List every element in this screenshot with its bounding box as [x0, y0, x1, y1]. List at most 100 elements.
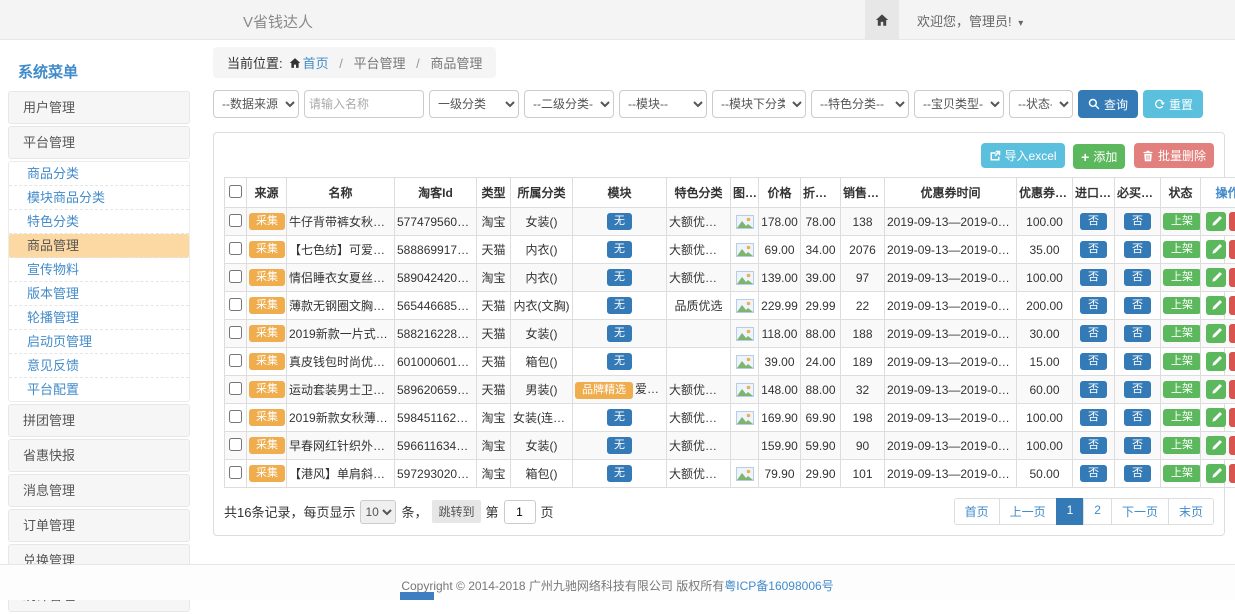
filter-select[interactable]: --宝贝类型--: [914, 90, 1004, 118]
edit-button[interactable]: [1206, 268, 1226, 287]
import-select-toggle[interactable]: 否: [1080, 437, 1107, 454]
status-button[interactable]: 上架: [1163, 325, 1201, 342]
sidebar-group[interactable]: 拼团管理: [8, 404, 190, 437]
delete-button[interactable]: [1229, 324, 1235, 343]
import-select-toggle[interactable]: 否: [1080, 297, 1107, 314]
status-button[interactable]: 上架: [1163, 381, 1201, 398]
page-button[interactable]: 首页: [954, 498, 1000, 525]
delete-button[interactable]: [1229, 296, 1235, 315]
must-buy-toggle[interactable]: 否: [1124, 241, 1151, 258]
must-buy-toggle[interactable]: 否: [1124, 409, 1151, 426]
row-checkbox[interactable]: [229, 382, 242, 395]
delete-button[interactable]: [1229, 352, 1235, 371]
edit-button[interactable]: [1206, 296, 1226, 315]
filter-select[interactable]: --模块--: [619, 90, 707, 118]
filter-select[interactable]: --状态--: [1009, 90, 1073, 118]
select-all-checkbox[interactable]: [229, 185, 242, 198]
status-button[interactable]: 上架: [1163, 241, 1201, 258]
row-checkbox[interactable]: [229, 410, 242, 423]
filter-select[interactable]: --数据来源--: [213, 90, 299, 118]
import-select-toggle[interactable]: 否: [1080, 269, 1107, 286]
row-checkbox[interactable]: [229, 326, 242, 339]
filter-select[interactable]: --特色分类--: [811, 90, 909, 118]
delete-button[interactable]: [1229, 212, 1235, 231]
status-button[interactable]: 上架: [1163, 409, 1201, 426]
edit-button[interactable]: [1206, 436, 1226, 455]
must-buy-toggle[interactable]: 否: [1124, 269, 1151, 286]
name-search-input[interactable]: [304, 90, 424, 118]
sidebar-item[interactable]: 商品管理: [9, 234, 189, 258]
page-button[interactable]: 2: [1083, 498, 1112, 525]
row-checkbox[interactable]: [229, 242, 242, 255]
must-buy-toggle[interactable]: 否: [1124, 381, 1151, 398]
import-select-toggle[interactable]: 否: [1080, 409, 1107, 426]
edit-button[interactable]: [1206, 464, 1226, 483]
delete-button[interactable]: [1229, 268, 1235, 287]
sidebar-group[interactable]: 消息管理: [8, 474, 190, 507]
must-buy-toggle[interactable]: 否: [1124, 325, 1151, 342]
filter-select[interactable]: 一级分类: [429, 90, 519, 118]
page-button[interactable]: 下一页: [1111, 498, 1169, 525]
edit-button[interactable]: [1206, 240, 1226, 259]
must-buy-toggle[interactable]: 否: [1124, 353, 1151, 370]
batch-delete-button[interactable]: 批量删除: [1134, 143, 1214, 168]
status-button[interactable]: 上架: [1163, 437, 1201, 454]
jump-button[interactable]: 跳转到: [432, 500, 480, 523]
row-checkbox[interactable]: [229, 438, 242, 451]
edit-button[interactable]: [1206, 352, 1226, 371]
delete-button[interactable]: [1229, 380, 1235, 399]
user-menu[interactable]: 欢迎您，管理员! ▾: [917, 11, 1023, 30]
page-button[interactable]: 末页: [1168, 498, 1214, 525]
import-select-toggle[interactable]: 否: [1080, 213, 1107, 230]
sidebar-group[interactable]: 订单管理: [8, 509, 190, 542]
edit-button[interactable]: [1206, 324, 1226, 343]
edit-button[interactable]: [1206, 408, 1226, 427]
edit-button[interactable]: [1206, 380, 1226, 399]
row-checkbox[interactable]: [229, 270, 242, 283]
sidebar-group[interactable]: 平台管理: [8, 126, 190, 159]
status-button[interactable]: 上架: [1163, 353, 1201, 370]
row-checkbox[interactable]: [229, 466, 242, 479]
sidebar-item[interactable]: 商品分类: [9, 162, 189, 186]
must-buy-toggle[interactable]: 否: [1124, 437, 1151, 454]
reset-button[interactable]: 重置: [1143, 90, 1203, 118]
sidebar-item[interactable]: 宣传物料: [9, 258, 189, 282]
sidebar-item[interactable]: 启动页管理: [9, 330, 189, 354]
row-checkbox[interactable]: [229, 298, 242, 311]
import-select-toggle[interactable]: 否: [1080, 353, 1107, 370]
breadcrumb-home-link[interactable]: 首页: [303, 56, 329, 71]
import-excel-button[interactable]: 导入excel: [981, 143, 1065, 168]
page-button[interactable]: 1: [1056, 498, 1085, 525]
sidebar-group[interactable]: 用户管理: [8, 91, 190, 124]
per-page-select[interactable]: 10: [360, 500, 396, 524]
sidebar-item[interactable]: 意见反馈: [9, 354, 189, 378]
status-button[interactable]: 上架: [1163, 297, 1201, 314]
jump-page-input[interactable]: [504, 500, 536, 524]
row-checkbox[interactable]: [229, 214, 242, 227]
status-button[interactable]: 上架: [1163, 269, 1201, 286]
add-button[interactable]: + 添加: [1073, 144, 1125, 169]
sidebar-item[interactable]: 轮播管理: [9, 306, 189, 330]
search-button[interactable]: 查询: [1078, 90, 1138, 118]
must-buy-toggle[interactable]: 否: [1124, 213, 1151, 230]
delete-button[interactable]: [1229, 436, 1235, 455]
sidebar-item[interactable]: 特色分类: [9, 210, 189, 234]
import-select-toggle[interactable]: 否: [1080, 325, 1107, 342]
delete-button[interactable]: [1229, 464, 1235, 483]
filter-select[interactable]: --二级分类--: [524, 90, 614, 118]
delete-button[interactable]: [1229, 240, 1235, 259]
icp-link[interactable]: 粤ICP备16098006号: [724, 579, 833, 593]
sidebar-group[interactable]: 省惠快报: [8, 439, 190, 472]
sidebar-item[interactable]: 模块商品分类: [9, 186, 189, 210]
import-select-toggle[interactable]: 否: [1080, 381, 1107, 398]
delete-button[interactable]: [1229, 408, 1235, 427]
import-select-toggle[interactable]: 否: [1080, 465, 1107, 482]
status-button[interactable]: 上架: [1163, 465, 1201, 482]
page-button[interactable]: 上一页: [999, 498, 1057, 525]
sidebar-item[interactable]: 版本管理: [9, 282, 189, 306]
row-checkbox[interactable]: [229, 354, 242, 367]
sidebar-item[interactable]: 平台配置: [9, 378, 189, 401]
must-buy-toggle[interactable]: 否: [1124, 465, 1151, 482]
filter-select[interactable]: --模块下分类--: [712, 90, 806, 118]
must-buy-toggle[interactable]: 否: [1124, 297, 1151, 314]
